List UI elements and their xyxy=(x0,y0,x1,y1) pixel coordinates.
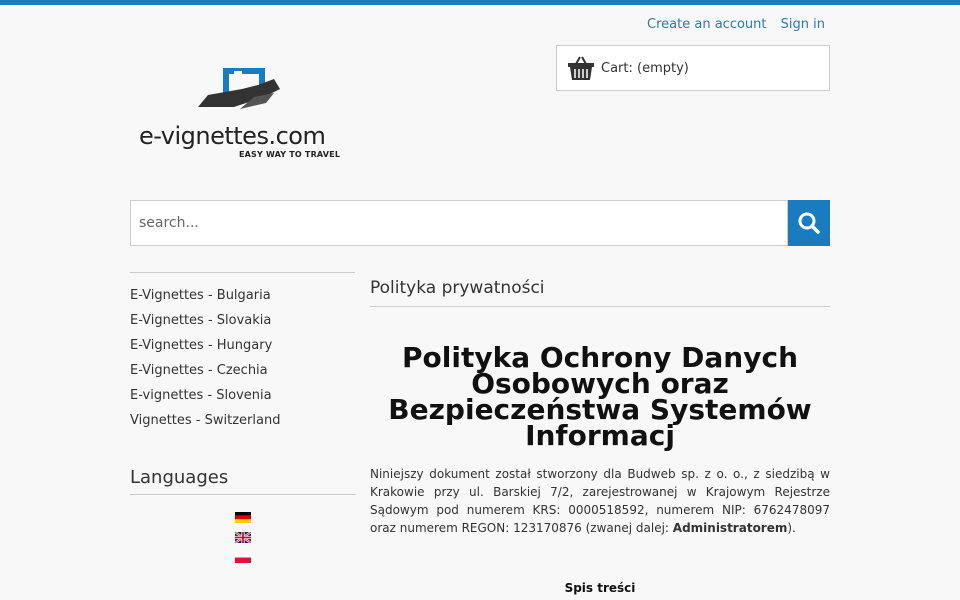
cart-widget[interactable]: Cart: (empty) xyxy=(556,45,830,91)
sidebar-item-czechia[interactable]: E-Vignettes - Czechia xyxy=(130,358,355,383)
search-button[interactable] xyxy=(788,200,830,246)
category-sidebar: E-Vignettes - Bulgaria E-Vignettes - Slo… xyxy=(130,272,355,433)
site-logo[interactable]: e-vignettes.com EASY WAY TO TRAVEL xyxy=(139,67,349,162)
sidebar-item-switzerland[interactable]: Vignettes - Switzerland xyxy=(130,408,355,433)
logo-tagline: EASY WAY TO TRAVEL xyxy=(239,150,341,159)
uk-flag-icon[interactable] xyxy=(235,532,251,543)
polish-flag-icon[interactable] xyxy=(235,552,251,563)
logo-graphic-icon xyxy=(198,68,280,109)
search-icon xyxy=(798,212,820,234)
intro-end: ). xyxy=(787,521,796,535)
sidebar-item-slovenia[interactable]: E-vignettes - Slovenia xyxy=(130,383,355,408)
german-flag-icon[interactable] xyxy=(235,512,251,523)
toc-title: Spis treści xyxy=(564,581,636,595)
main-content: Polityka prywatności Polityka Ochrony Da… xyxy=(370,278,830,595)
language-flags xyxy=(235,512,251,572)
logo-text: e-vignettes.com xyxy=(139,122,326,150)
sidebar-item-hungary[interactable]: E-Vignettes - Hungary xyxy=(130,333,355,358)
search-input[interactable] xyxy=(130,200,788,246)
top-accent-bar xyxy=(0,0,960,5)
sidebar-item-slovakia[interactable]: E-Vignettes - Slovakia xyxy=(130,308,355,333)
document-heading: Polityka Ochrony Danych Osobowych oraz B… xyxy=(388,341,812,452)
create-account-link[interactable]: Create an account xyxy=(647,17,766,32)
sign-in-link[interactable]: Sign in xyxy=(781,17,825,32)
languages-heading: Languages xyxy=(130,467,356,495)
sidebar-item-bulgaria[interactable]: E-Vignettes - Bulgaria xyxy=(130,283,355,308)
intro-paragraph: Niniejszy dokument został stworzony dla … xyxy=(370,465,830,537)
basket-icon xyxy=(568,56,594,80)
cart-label: Cart: (empty) xyxy=(601,60,689,76)
account-links: Create an account Sign in xyxy=(637,17,825,32)
page-title: Polityka prywatności xyxy=(370,278,830,307)
intro-bold: Administratorem xyxy=(672,521,788,535)
